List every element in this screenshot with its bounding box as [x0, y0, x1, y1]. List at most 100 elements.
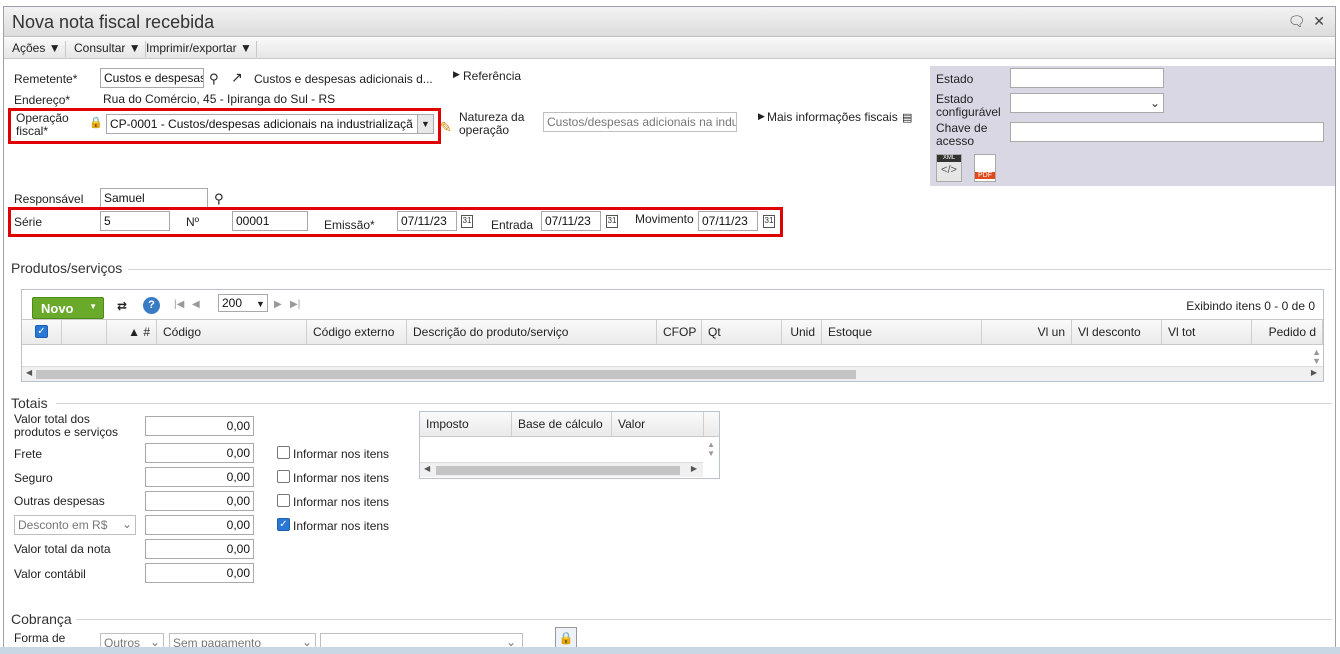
valor-contabil-label: Valor contábil	[14, 567, 86, 581]
seguro-label: Seguro	[14, 471, 53, 485]
numero-input[interactable]: 00001	[232, 211, 308, 231]
desconto-type-select[interactable]: Desconto em R$	[14, 515, 136, 535]
dropdown-icon: ▼	[128, 41, 141, 55]
col-vl-tot[interactable]: Vl tot	[1162, 320, 1252, 344]
scroll-left-icon[interactable]: ◀	[424, 464, 430, 473]
seguro-input[interactable]: 0,00	[145, 467, 254, 487]
next-page-icon[interactable]: ▶	[274, 299, 282, 310]
col-codigo-externo[interactable]: Código externo	[307, 320, 407, 344]
responsavel-label: Responsável	[14, 192, 84, 206]
valor-total-produtos-input[interactable]: 0,00	[145, 416, 254, 436]
last-page-icon[interactable]: ▶|	[290, 299, 300, 310]
menu-imprimir-exportar[interactable]: Imprimir/exportar ▼	[142, 41, 257, 57]
chevron-down-icon[interactable]: ▼	[417, 115, 433, 133]
scroll-thumb[interactable]	[36, 370, 856, 379]
endereco-value: Rua do Comércio, 45 - Ipiranga do Sul - …	[103, 92, 336, 106]
impostos-header: Imposto Base de cálculo Valor	[420, 412, 719, 437]
remetente-label: Remetente*	[14, 72, 78, 86]
pencil-icon[interactable]: ✎	[440, 119, 452, 136]
first-page-icon[interactable]: |◀	[174, 299, 184, 310]
col-base-calculo[interactable]: Base de cálculo	[512, 412, 612, 436]
entrada-input[interactable]: 07/11/23	[541, 211, 601, 231]
referencia-link[interactable]: Referência	[463, 69, 521, 83]
select-all-checkbox[interactable]: ✓	[35, 325, 48, 338]
comment-icon[interactable]: 🗨	[1288, 13, 1306, 29]
xml-file-icon[interactable]: XML </>	[936, 154, 962, 182]
lock-config-icon[interactable]: 🔒	[555, 627, 577, 649]
serie-input[interactable]: 5	[100, 211, 170, 231]
frete-informar-checkbox[interactable]	[277, 446, 290, 459]
frete-input[interactable]: 0,00	[145, 443, 254, 463]
movimento-label: Movimento	[635, 212, 694, 226]
col-codigo[interactable]: Código	[157, 320, 307, 344]
desconto-input[interactable]: 0,00	[145, 515, 254, 535]
col-vl-un[interactable]: Vl un	[982, 320, 1072, 344]
dropdown-icon[interactable]: ▼	[89, 302, 97, 311]
close-icon[interactable]: ✕	[1313, 13, 1325, 29]
chave-acesso-input[interactable]	[1010, 122, 1324, 142]
col-vl-desconto[interactable]: Vl desconto	[1072, 320, 1162, 344]
menu-consultar[interactable]: Consultar ▼	[70, 41, 146, 57]
select-all-column[interactable]: ✓	[22, 320, 62, 344]
col-qt[interactable]: Qt	[702, 320, 782, 344]
calendar-icon[interactable]: 31	[461, 215, 473, 228]
document-icon[interactable]: ▤	[902, 111, 912, 124]
vertical-scroll[interactable]: ▲ ▼	[1312, 348, 1321, 366]
valor-contabil-input[interactable]: 0,00	[145, 563, 254, 583]
estado-input[interactable]	[1010, 68, 1164, 88]
menu-acoes[interactable]: Ações ▼	[8, 41, 66, 57]
natureza-input[interactable]: Custos/despesas adicionais na indu	[543, 112, 737, 132]
search-icon[interactable]: ⚲	[214, 191, 224, 207]
scroll-right-icon[interactable]: ▶	[691, 464, 697, 473]
scroll-right-icon[interactable]: ▶	[1311, 368, 1317, 377]
calendar-icon[interactable]: 31	[606, 215, 618, 228]
col-pedido[interactable]: Pedido d	[1252, 320, 1323, 344]
prev-page-icon[interactable]: ◀	[192, 299, 200, 310]
operacao-select[interactable]: CP-0001 - Custos/despesas adicionais na …	[106, 114, 434, 134]
estado-configuravel-select[interactable]	[1010, 93, 1164, 113]
emissao-input[interactable]: 07/11/23	[397, 211, 457, 231]
menu-bar: Ações ▼ Consultar ▼ Imprimir/exportar ▼	[4, 38, 1335, 59]
totais-section-title: Totais	[11, 395, 48, 411]
chevron-down-icon[interactable]: ⌄	[122, 517, 132, 531]
remetente-input[interactable]: Custos e despesas	[100, 68, 204, 88]
valor-total-produtos-label: Valor total dos produtos e serviços	[14, 412, 119, 439]
outras-despesas-input[interactable]: 0,00	[145, 491, 254, 511]
title-bar: Nova nota fiscal recebida 🗨 ✕	[4, 7, 1335, 37]
col-cfop[interactable]: CFOP	[657, 320, 702, 344]
chevron-down-icon[interactable]: ▼	[256, 299, 265, 309]
operacao-label: Operação fiscal*	[16, 111, 69, 138]
col-descricao[interactable]: Descrição do produto/serviço	[407, 320, 657, 344]
novo-button[interactable]: Novo ▼	[32, 297, 104, 319]
col-estoque[interactable]: Estoque	[822, 320, 982, 344]
vertical-scroll[interactable]: ▲ ▼	[707, 440, 715, 458]
divider	[76, 619, 1332, 620]
chevron-down-icon[interactable]: ⌄	[1150, 96, 1160, 110]
horizontal-scrollbar[interactable]: ◀ ▶	[22, 366, 1323, 381]
seguro-informar-checkbox[interactable]	[277, 470, 290, 483]
help-icon[interactable]: ?	[143, 297, 160, 314]
pdf-file-icon[interactable]: PDF	[974, 154, 996, 182]
responsavel-input[interactable]: Samuel	[100, 188, 208, 208]
external-link-icon[interactable]: ↗	[231, 69, 243, 86]
expand-arrow-icon[interactable]: ▶	[758, 111, 765, 122]
calendar-icon[interactable]: 31	[763, 215, 775, 228]
valor-total-nota-input[interactable]: 0,00	[145, 539, 254, 559]
col-imposto[interactable]: Imposto	[420, 412, 512, 436]
outras-informar-checkbox[interactable]	[277, 494, 290, 507]
mais-informacoes-link[interactable]: Mais informações fiscais	[767, 110, 898, 124]
refresh-icon[interactable]: ⇄	[117, 299, 127, 313]
remetente-link[interactable]: Custos e despesas adicionais d...	[254, 72, 433, 86]
bottom-bar	[0, 647, 1340, 654]
expand-arrow-icon[interactable]: ▶	[453, 69, 460, 80]
col-unid[interactable]: Unid	[782, 320, 822, 344]
scroll-left-icon[interactable]: ◀	[26, 368, 32, 377]
impostos-horizontal-scrollbar[interactable]: ◀ ▶	[420, 462, 703, 477]
desconto-informar-checkbox[interactable]: ✓	[277, 518, 290, 531]
col-valor[interactable]: Valor	[612, 412, 704, 436]
movimento-input[interactable]: 07/11/23	[698, 211, 758, 231]
search-icon[interactable]: ⚲	[209, 71, 219, 87]
serie-label: Série	[14, 215, 43, 229]
scroll-thumb[interactable]	[436, 466, 680, 475]
col-index[interactable]: ▲ #	[107, 320, 157, 344]
